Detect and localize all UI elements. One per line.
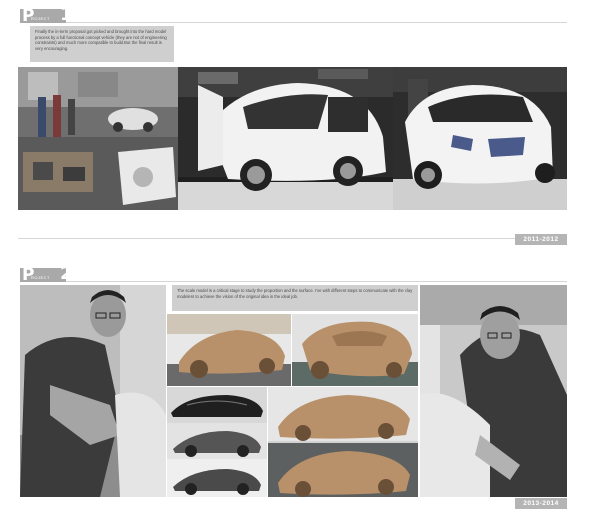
clay-model-side-photo bbox=[167, 387, 267, 423]
workshop-photo bbox=[18, 67, 178, 210]
clay-model-rear-photo bbox=[268, 387, 418, 497]
clay-model-front-photo bbox=[167, 314, 291, 386]
project-2-word: ROJECT bbox=[31, 275, 50, 280]
project-1-header-rule bbox=[66, 22, 567, 23]
project-1-footer-rule bbox=[18, 238, 517, 239]
designer-portrait-photo bbox=[20, 285, 166, 497]
designer-sculpting-photo bbox=[420, 285, 567, 497]
project-2-caption: The scale model is a critical stage to s… bbox=[172, 285, 418, 311]
clay-model-three-quarter-photo bbox=[292, 314, 418, 386]
project-2-years: 2013-2014 bbox=[515, 498, 567, 509]
project-1-word: ROJECT bbox=[31, 16, 50, 21]
silver-car-render-photo bbox=[167, 423, 267, 497]
project-1-tab: P ROJECT 1 bbox=[20, 4, 73, 26]
project-2-tab: P ROJECT 2 bbox=[20, 263, 73, 285]
project-2-header-rule bbox=[66, 281, 567, 282]
white-concept-car-doors-open-photo bbox=[178, 67, 393, 210]
white-concept-car-front-photo bbox=[393, 67, 567, 210]
project-1-caption: Finally the in-term proposal got picked … bbox=[30, 26, 174, 62]
project-1-years: 2011-2012 bbox=[515, 234, 567, 245]
